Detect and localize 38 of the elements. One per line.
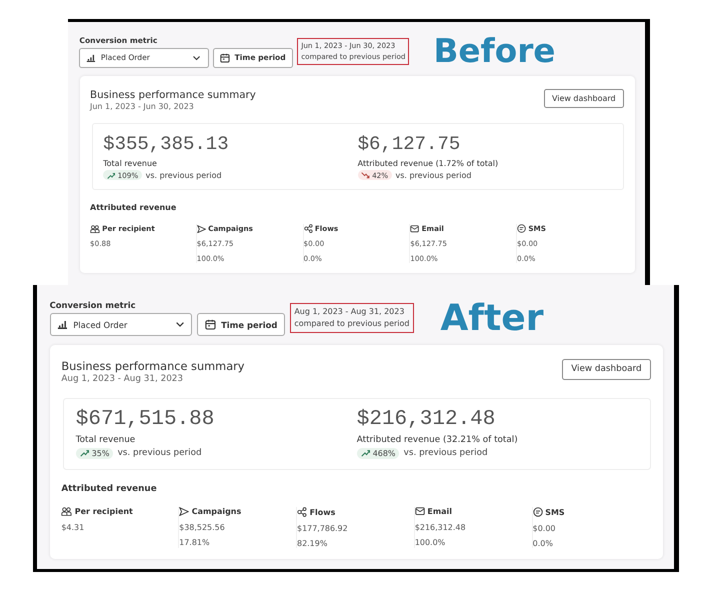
nodes-icon: [297, 507, 308, 518]
send-icon: [179, 507, 190, 516]
caption-label: Before: [433, 35, 556, 68]
metric-value: $671,515.88: [76, 408, 216, 431]
metric-label: Attributed revenue (32.21% of total): [356, 435, 519, 446]
chevron-down-icon: [174, 321, 185, 328]
chevron-down-icon: [192, 54, 202, 61]
card-title: Business performance summary: [61, 358, 245, 373]
envelope-icon: [410, 225, 420, 233]
trend-up-icon: [360, 449, 370, 458]
field-label: Conversion metric: [50, 300, 137, 310]
metric-dropdown[interactable]: Placed Order: [50, 313, 192, 336]
people-icon: [90, 224, 100, 234]
bar-chart-icon: [86, 54, 96, 62]
trend-up-icon: [106, 172, 116, 179]
metric-label: Total revenue: [76, 435, 136, 446]
time-period-button[interactable]: Time period: [197, 313, 286, 336]
calendar-icon: [205, 319, 216, 330]
metric-value: $355,385.13: [103, 132, 230, 155]
view-dashboard-button[interactable]: View dashboard: [562, 358, 650, 380]
nodes-icon: [304, 224, 313, 234]
people-icon: [61, 507, 72, 516]
send-icon: [196, 224, 206, 234]
section-heading: Attributed revenue: [61, 484, 158, 494]
comparison-text: vs. previous period: [118, 448, 202, 458]
trend-down-icon: [361, 172, 370, 179]
date-subtitle: Aug 1, 2023 - Aug 31, 2023: [61, 374, 184, 384]
caption-label: After: [440, 300, 544, 336]
message-icon: [532, 507, 543, 518]
card-title: Business performance summary: [90, 88, 256, 101]
calendar-icon: [220, 52, 230, 63]
comparison-text: vs. previous period: [404, 448, 488, 458]
metric-value: $216,312.48: [356, 408, 496, 431]
message-icon: [516, 224, 526, 234]
bar-chart-icon: [57, 320, 68, 330]
metric-value: $6,127.75: [358, 132, 462, 155]
envelope-icon: [414, 507, 425, 516]
trend-up-icon: [80, 449, 90, 458]
